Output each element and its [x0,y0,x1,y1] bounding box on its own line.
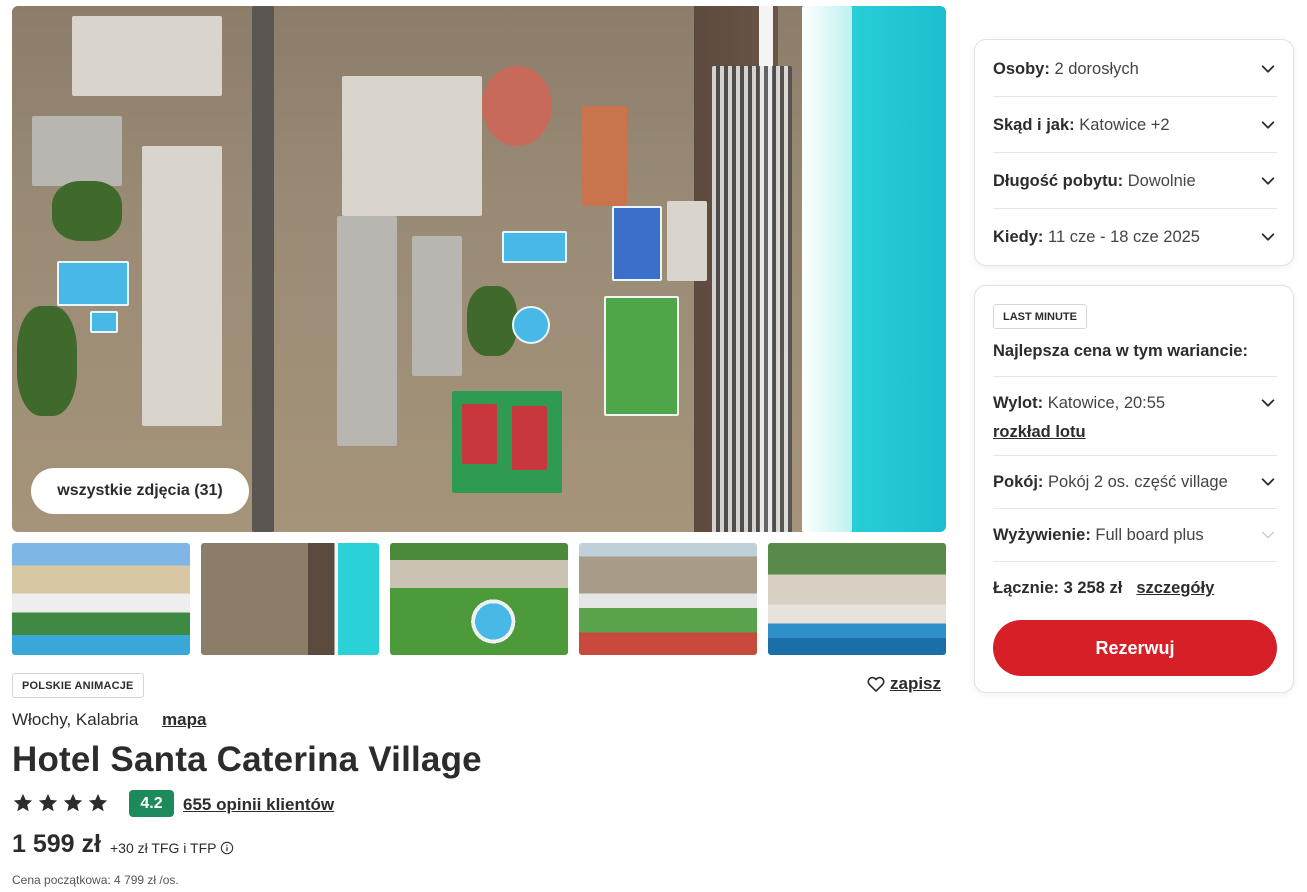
dates-dropdown[interactable]: Kiedy: 11 cze - 18 cze 2025 [993,226,1277,248]
beach-umbrellas [712,66,792,532]
round-pool [512,306,550,344]
dates-value: 11 cze - 18 cze 2025 [1048,227,1200,246]
divider [993,508,1277,509]
star-icon [88,793,108,812]
duration-value: Dowolnie [1127,171,1196,190]
chevron-down-icon [1261,65,1275,73]
pool [57,261,129,306]
duration-label: Długość pobytu: [993,171,1124,190]
dates-label: Kiedy: [993,227,1044,246]
search-options-panel: Osoby: 2 dorosłych Skąd i jak: Katowice … [974,39,1294,266]
tennis-court [512,406,547,470]
hero-photo[interactable] [12,6,946,532]
building [342,76,482,216]
chevron-down-icon [1261,177,1275,185]
price-extra: +30 zł TFG i TFP [110,840,234,856]
chevron-down-icon [1261,399,1275,407]
divider [993,96,1277,97]
room-dropdown[interactable]: Pokój: Pokój 2 os. część village [993,471,1277,493]
sea-surf [802,6,852,532]
departure-label: Skąd i jak: [993,115,1075,134]
trees [17,306,77,416]
chevron-down-icon [1261,478,1275,486]
divider [993,208,1277,209]
board-dropdown[interactable]: Wyżywienie: Full board plus [993,524,1277,546]
thumbnail-strip [12,543,946,655]
polish-animations-badge: POLSKIE ANIMACJE [12,673,144,698]
details-link[interactable]: szczegóły [1136,579,1214,598]
court [612,206,662,281]
map-link[interactable]: mapa [162,710,206,730]
building [667,201,707,281]
trees [52,181,122,241]
board-label: Wyżywienie: [993,525,1091,544]
building [142,146,222,426]
trees [467,286,517,356]
building [412,236,462,376]
flight-label: Wylot: [993,393,1044,412]
total-price: Łącznie: 3 258 zł [993,579,1123,597]
rating-badge: 4.2 [129,790,174,817]
location: Włochy, Kalabria [12,710,139,729]
thumbnail-1[interactable] [12,543,190,655]
departure-dropdown[interactable]: Skąd i jak: Katowice +2 [993,114,1277,136]
pool [90,311,118,333]
offer-panel: LAST MINUTE Najlepsza cena w tym warianc… [974,285,1294,693]
persons-value: 2 dorosłych [1054,59,1139,78]
info-icon[interactable] [220,841,234,855]
road [252,6,274,532]
persons-label: Osoby: [993,59,1050,78]
football-field [604,296,679,416]
hotel-name: Hotel Santa Caterina Village [12,740,482,779]
room-value: Pokój 2 os. część village [1048,472,1228,491]
best-price-heading: Najlepsza cena w tym wariancie: [993,342,1248,360]
persons-dropdown[interactable]: Osoby: 2 dorosłych [993,58,1277,80]
divider [993,455,1277,456]
star-rating [12,792,109,814]
last-minute-badge: LAST MINUTE [993,304,1087,329]
total-price-row: Łącznie: 3 258 zł szczegóły [993,579,1214,598]
save-button[interactable]: zapisz [866,674,941,694]
flight-schedule-link[interactable]: rozkład lotu [993,423,1086,442]
all-photos-button[interactable]: wszystkie zdjęcia (31) [31,468,249,514]
star-icon [63,793,83,812]
thumbnail-2[interactable] [201,543,379,655]
departure-value: Katowice +2 [1079,115,1170,134]
price-extra-text: +30 zł TFG i TFP [110,840,217,856]
thumbnail-3[interactable] [390,543,568,655]
flight-value: Katowice, 20:55 [1047,393,1166,412]
save-label: zapisz [890,674,942,693]
thumbnail-5[interactable] [768,543,946,655]
pool [502,231,567,263]
chevron-down-icon [1261,233,1275,241]
book-button[interactable]: Rezerwuj [993,620,1277,676]
building [72,16,222,96]
reviews-link[interactable]: 655 opinii klientów [183,795,334,815]
thumbnail-4[interactable] [579,543,757,655]
price: 1 599 zł [12,830,101,858]
duration-dropdown[interactable]: Długość pobytu: Dowolnie [993,170,1277,192]
divider [993,152,1277,153]
board-value: Full board plus [1095,525,1204,544]
amphitheatre [482,66,552,146]
tennis-court [462,404,497,464]
flight-dropdown[interactable]: Wylot: Katowice, 20:55 [993,392,1277,414]
building [32,116,122,186]
divider [993,376,1277,377]
building [337,216,397,446]
chevron-down-icon [1261,531,1275,539]
room-label: Pokój: [993,472,1044,491]
star-icon [38,793,58,812]
initial-price: Cena początkowa: 4 799 zł /os. [12,873,179,887]
divider [993,561,1277,562]
heart-icon [867,676,885,692]
star-icon [13,793,33,812]
chevron-down-icon [1261,121,1275,129]
building [582,106,627,206]
